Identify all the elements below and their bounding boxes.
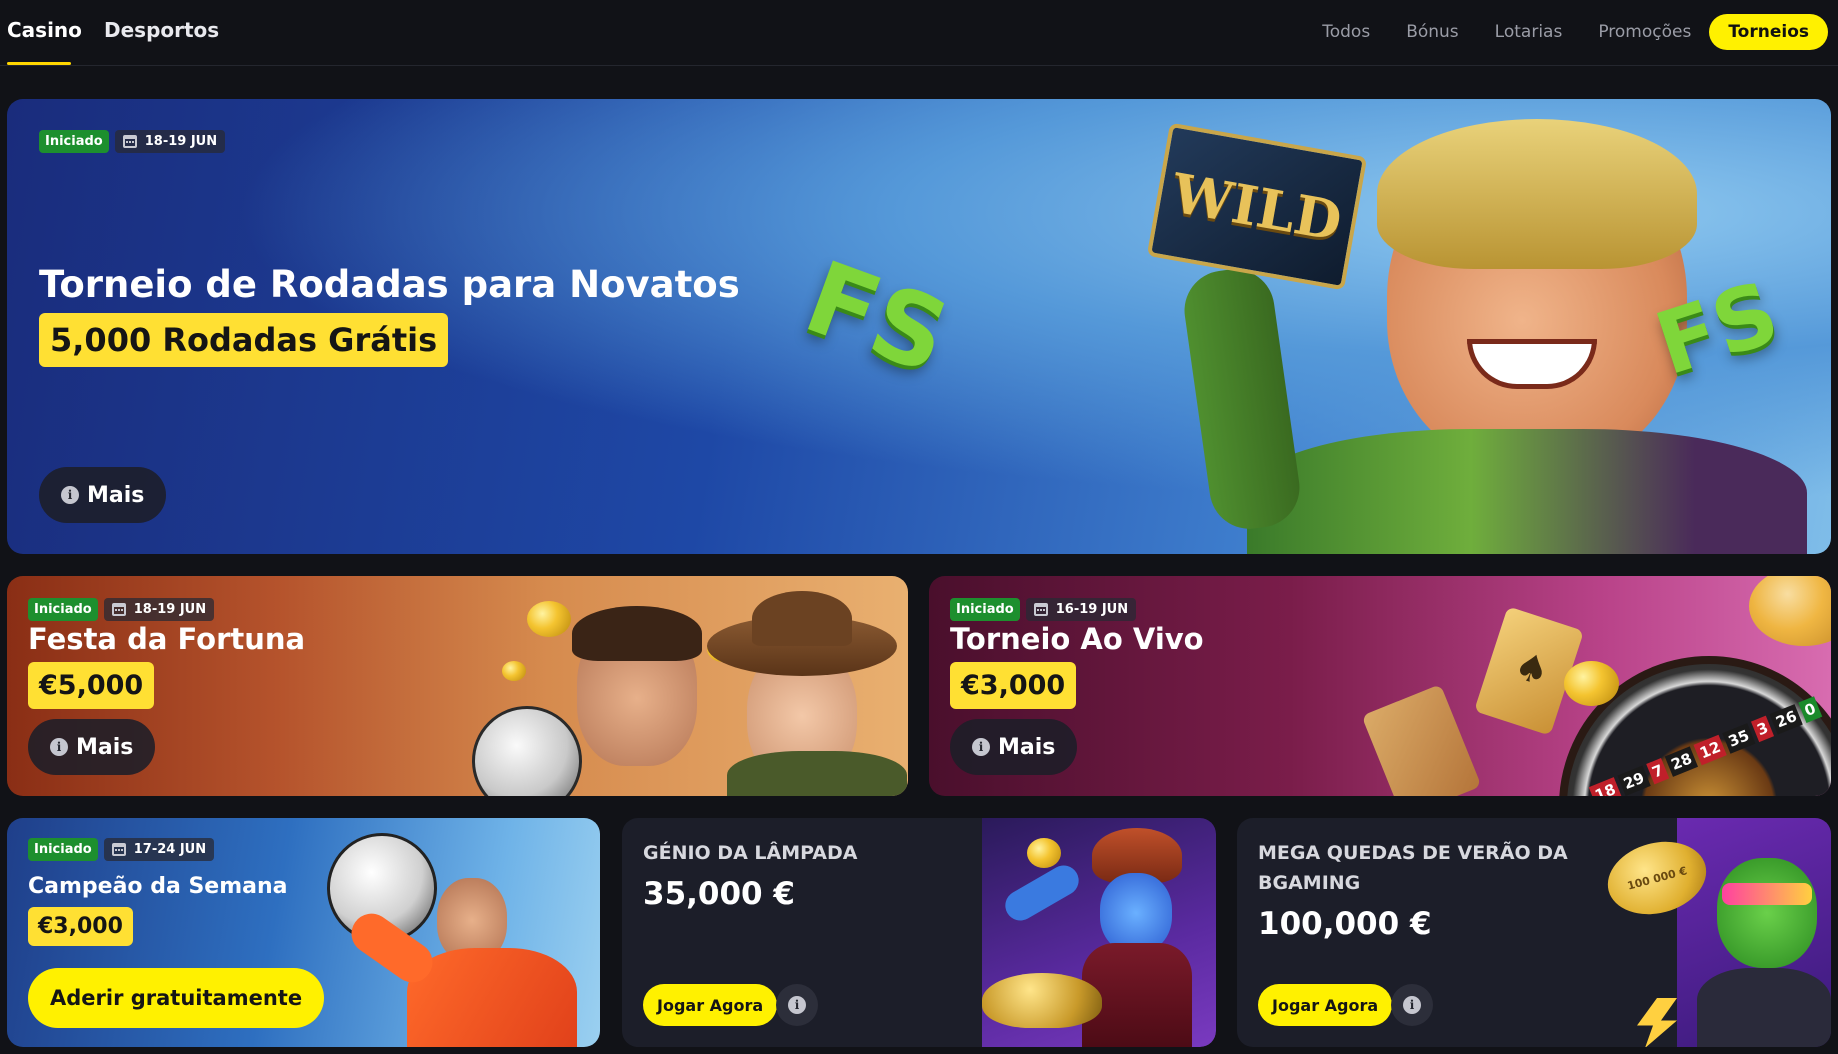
join-free-button[interactable]: Aderir gratuitamente bbox=[28, 968, 325, 1028]
date-text: 18-19 JUN bbox=[144, 134, 218, 149]
calendar-icon bbox=[111, 843, 126, 856]
mega-frog-art: 100 000 € bbox=[1597, 818, 1831, 1047]
festa-title: Festa da Fortuna bbox=[28, 622, 306, 656]
vivo-roulette-art: ♠ 18 29 7 28 12 35 3 26 0 bbox=[1361, 576, 1831, 796]
goalkeeper-art bbox=[307, 818, 600, 1047]
fs-art-left: FS bbox=[791, 238, 964, 397]
filter-lotarias[interactable]: Lotarias bbox=[1495, 22, 1563, 42]
filter-torneios[interactable]: Torneios bbox=[1709, 14, 1828, 50]
info-icon: i bbox=[972, 738, 990, 756]
status-badge: Iniciado bbox=[39, 130, 109, 153]
vivo-prize: €3,000 bbox=[950, 662, 1077, 709]
calendar-icon bbox=[122, 135, 137, 148]
hero-title: Torneio de Rodadas para Novatos bbox=[39, 263, 740, 306]
genio-da-lampada-card[interactable]: GÉNIO DA LÂMPADA 35,000 € Jogar Agora i bbox=[622, 818, 1216, 1047]
more-label: Mais bbox=[87, 482, 145, 508]
info-icon: i bbox=[1403, 996, 1421, 1014]
torneio-ao-vivo-card[interactable]: ♠ 18 29 7 28 12 35 3 26 0 Iniciado 16-19… bbox=[929, 576, 1831, 796]
status-badge: Iniciado bbox=[28, 838, 98, 861]
date-badge: 16-19 JUN bbox=[1025, 598, 1137, 621]
date-badge: 18-19 JUN bbox=[114, 130, 226, 153]
date-text: 18-19 JUN bbox=[133, 602, 207, 617]
coin-art bbox=[502, 661, 526, 681]
filter-bonus[interactable]: Bónus bbox=[1406, 22, 1458, 42]
info-icon: i bbox=[788, 996, 806, 1014]
date-text: 16-19 JUN bbox=[1055, 602, 1129, 617]
status-badge: Iniciado bbox=[950, 598, 1020, 621]
hero-more-button[interactable]: i Mais bbox=[39, 467, 167, 523]
tab-casino[interactable]: Casino bbox=[7, 18, 82, 42]
date-badge: 18-19 JUN bbox=[103, 598, 215, 621]
wild-card-art: WILD bbox=[1146, 122, 1368, 291]
filter-promocoes[interactable]: Promoções bbox=[1598, 22, 1691, 42]
play-now-button[interactable]: Jogar Agora bbox=[1258, 984, 1393, 1026]
hero-badges: Iniciado 18-19 JUN bbox=[39, 130, 226, 153]
top-navigation: Casino Desportos Todos Bónus Lotarias Pr… bbox=[0, 0, 1838, 66]
coin-art bbox=[1749, 576, 1831, 646]
info-button[interactable]: i bbox=[1391, 984, 1433, 1026]
campeao-prize: €3,000 bbox=[28, 907, 133, 946]
campeao-da-semana-card[interactable]: Iniciado 17-24 JUN Campeão da Semana €3,… bbox=[7, 818, 600, 1047]
festa-more-button[interactable]: i Mais bbox=[28, 719, 156, 775]
blimp-text: 100 000 € bbox=[1625, 863, 1689, 893]
vivo-badges: Iniciado 16-19 JUN bbox=[950, 598, 1137, 621]
festa-prize: €5,000 bbox=[28, 662, 155, 709]
info-icon: i bbox=[50, 738, 68, 756]
coin-art bbox=[1027, 838, 1061, 868]
info-button[interactable]: i bbox=[776, 984, 818, 1026]
category-filters: Todos Bónus Lotarias Promoções Torneios bbox=[1286, 14, 1828, 50]
status-badge: Iniciado bbox=[28, 598, 98, 621]
tab-desportos[interactable]: Desportos bbox=[104, 18, 219, 42]
coin-art bbox=[1564, 661, 1619, 706]
hero-tournament-card[interactable]: WILD FS FS Iniciado 18-19 JUN Torneio de… bbox=[7, 99, 1831, 554]
coin-art bbox=[527, 601, 571, 637]
vivo-title: Torneio Ao Vivo bbox=[950, 622, 1204, 656]
genio-title: GÉNIO DA LÂMPADA bbox=[643, 842, 858, 864]
mega-title: MEGA QUEDAS DE VERÃO DA BGAMING bbox=[1258, 842, 1568, 894]
info-icon: i bbox=[61, 486, 79, 504]
vivo-more-button[interactable]: i Mais bbox=[950, 719, 1078, 775]
calendar-icon bbox=[111, 603, 126, 616]
wild-card-text: WILD bbox=[1167, 160, 1347, 253]
mega-amount: 100,000 € bbox=[1258, 906, 1432, 942]
playing-card-art bbox=[1361, 684, 1482, 796]
play-now-button[interactable]: Jogar Agora bbox=[643, 984, 778, 1026]
festa-characters-art bbox=[457, 576, 908, 796]
hero-prize: 5,000 Rodadas Grátis bbox=[39, 313, 449, 367]
genie-art bbox=[982, 818, 1216, 1047]
festa-badges: Iniciado 18-19 JUN bbox=[28, 598, 215, 621]
more-label: Mais bbox=[998, 734, 1056, 760]
active-tab-indicator bbox=[7, 62, 71, 65]
date-text: 17-24 JUN bbox=[133, 842, 207, 857]
mega-quedas-card[interactable]: 100 000 € MEGA QUEDAS DE VERÃO DA BGAMIN… bbox=[1237, 818, 1831, 1047]
genio-amount: 35,000 € bbox=[643, 876, 795, 912]
filter-todos[interactable]: Todos bbox=[1322, 22, 1370, 42]
festa-da-fortuna-card[interactable]: Iniciado 18-19 JUN Festa da Fortuna €5,0… bbox=[7, 576, 908, 796]
more-label: Mais bbox=[76, 734, 134, 760]
date-badge: 17-24 JUN bbox=[103, 838, 215, 861]
campeao-badges: Iniciado 17-24 JUN bbox=[28, 838, 215, 861]
calendar-icon bbox=[1033, 603, 1048, 616]
campeao-title: Campeão da Semana bbox=[28, 874, 288, 899]
